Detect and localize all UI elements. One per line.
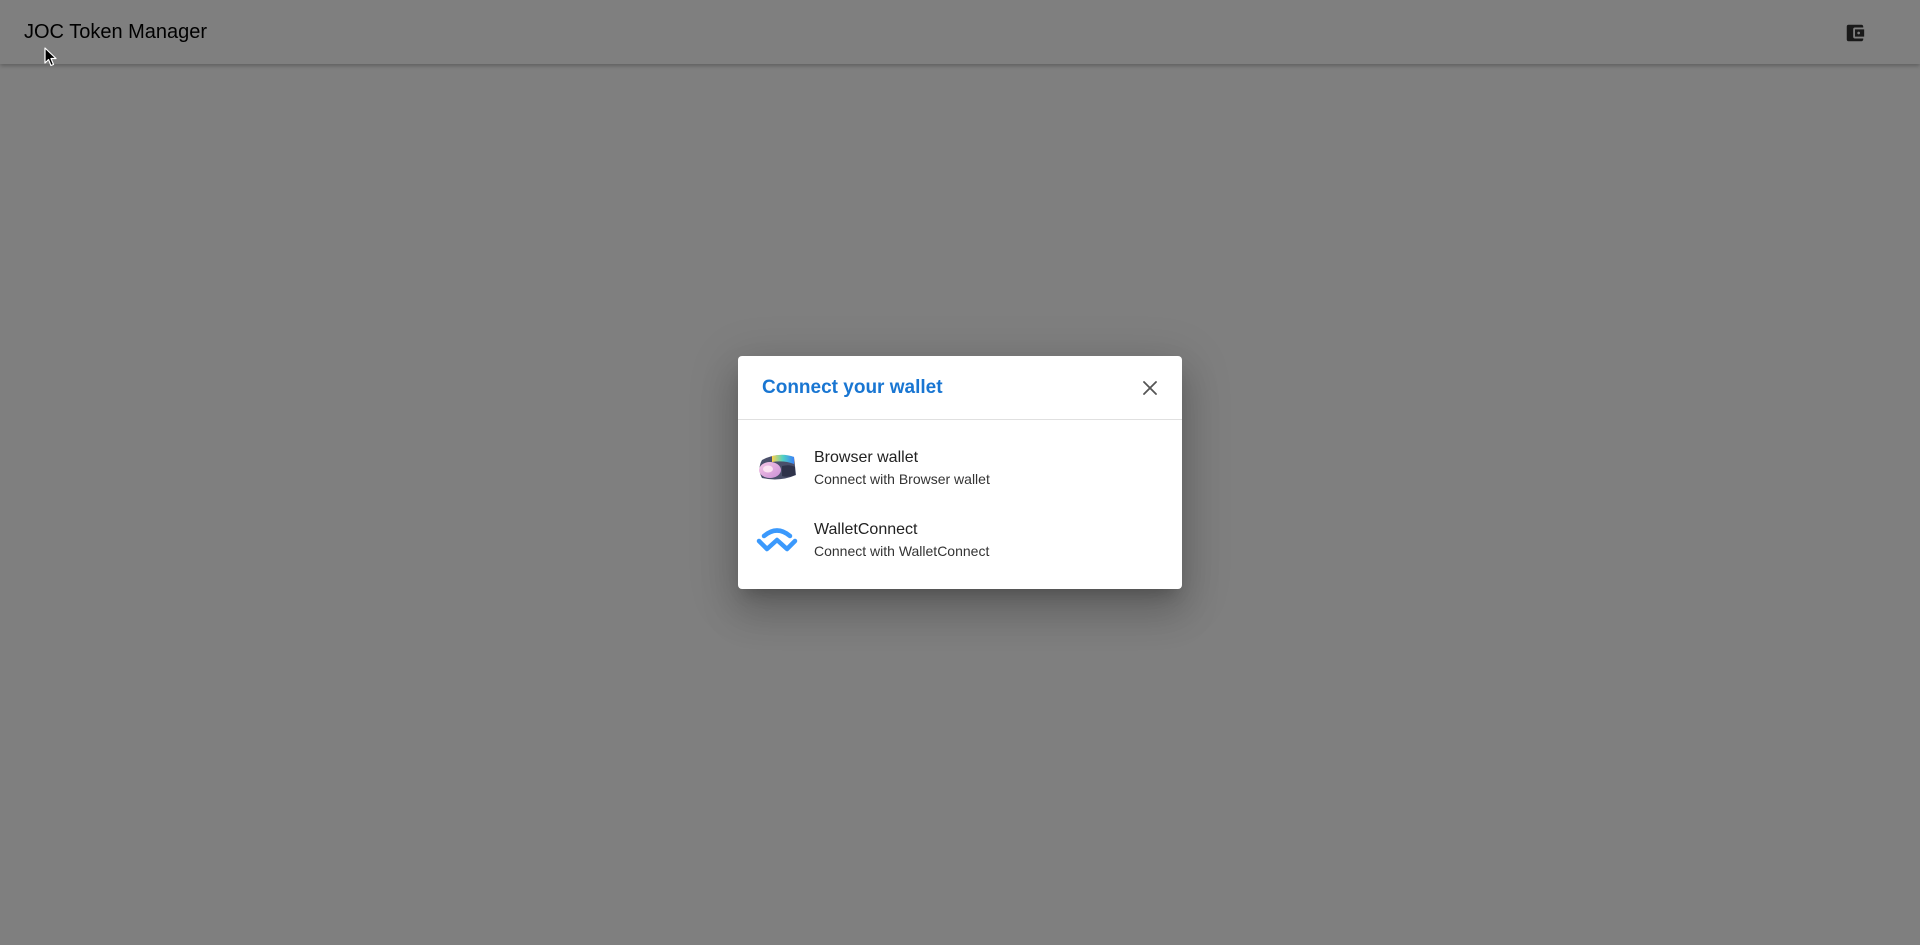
browser-wallet-icon (759, 454, 796, 480)
option-title: WalletConnect (814, 521, 918, 538)
wallet-option-browser-wallet[interactable]: Browser wallet Connect with Browser wall… (738, 436, 1182, 500)
option-subtitle: Connect with Browser wallet (814, 471, 990, 487)
option-title: Browser wallet (814, 449, 919, 466)
connect-wallet-dialog: Connect your wallet Browser wallet Conne… (738, 356, 1182, 589)
close-icon (1143, 381, 1157, 395)
wallet-option-walletconnect[interactable]: WalletConnect Connect with WalletConnect (738, 508, 1182, 572)
option-subtitle: Connect with WalletConnect (814, 543, 990, 559)
dialog-title: Connect your wallet (762, 377, 943, 398)
walletconnect-icon (756, 528, 798, 552)
dialog-header: Connect your wallet (738, 356, 1182, 420)
close-button[interactable] (1136, 374, 1164, 402)
